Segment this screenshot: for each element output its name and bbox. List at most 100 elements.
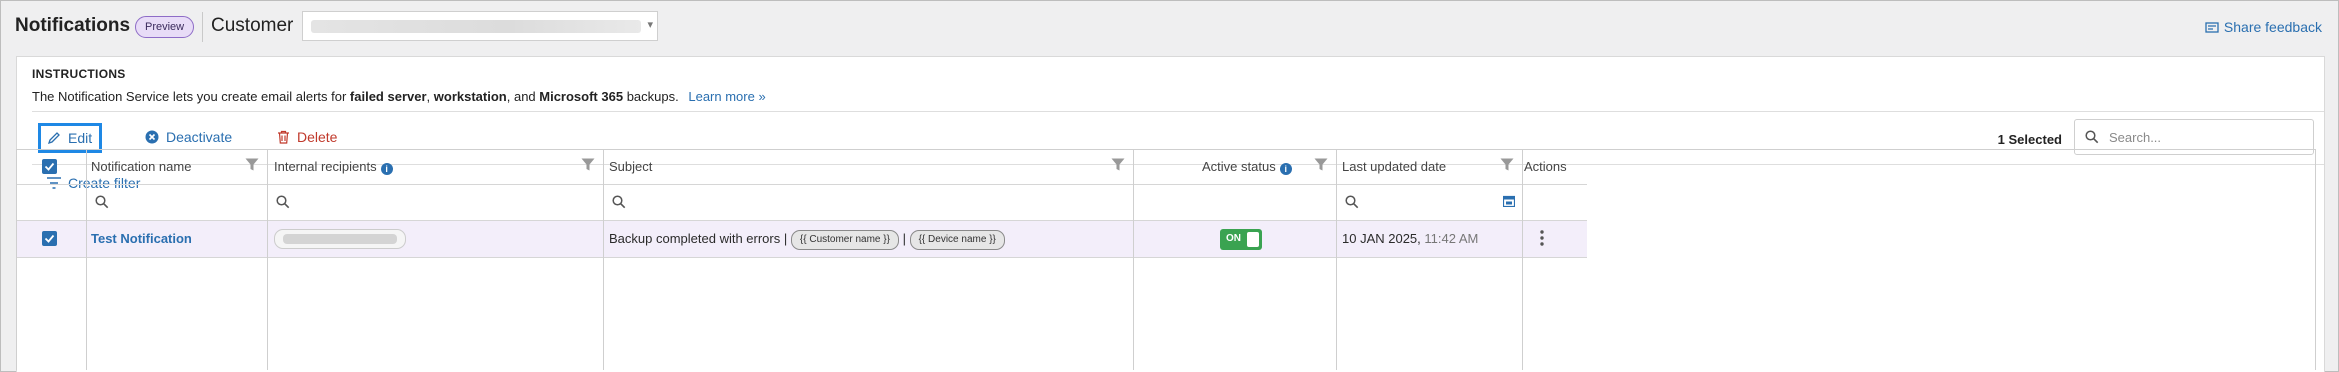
filter-cell[interactable] xyxy=(268,185,603,221)
selected-count: 1 Selected xyxy=(1997,132,2062,147)
active-column: Active status i ON xyxy=(1134,150,1337,370)
funnel-icon[interactable] xyxy=(581,158,595,171)
updated-column: Last updated date 10 JAN 2025, 11:42 AM xyxy=(1337,150,1523,370)
instr-bold: Microsoft 365 xyxy=(539,89,624,104)
info-icon[interactable]: i xyxy=(1279,163,1292,175)
pencil-icon xyxy=(47,132,60,145)
funnel-icon[interactable] xyxy=(245,158,259,171)
column-header-subject: Subject xyxy=(609,159,653,174)
table-row: Test Notification xyxy=(87,221,267,258)
info-icon[interactable]: i xyxy=(380,163,393,175)
select-column xyxy=(17,150,87,370)
table-row: Backup completed with errors | {{ Custom… xyxy=(604,221,1133,258)
search-icon xyxy=(1345,195,1359,209)
redacted-blur xyxy=(283,234,397,244)
share-feedback-label: Share feedback xyxy=(2223,19,2322,35)
calendar-icon[interactable] xyxy=(1503,195,1515,207)
column-header-updated: Last updated date xyxy=(1342,159,1447,174)
filter-cell[interactable] xyxy=(1337,185,1522,221)
select-all-checkbox[interactable] xyxy=(42,159,57,174)
feedback-icon xyxy=(2205,22,2219,33)
customer-select[interactable]: ▾ xyxy=(302,11,658,41)
instr-part: , xyxy=(426,89,434,104)
active-header-label: Active status xyxy=(1202,159,1276,174)
delete-button[interactable]: Delete xyxy=(277,129,337,145)
instr-part: The Notification Service lets you create… xyxy=(32,89,350,104)
notifications-table: Notification name Test Notification Inte… xyxy=(16,149,2316,370)
customer-label: Customer xyxy=(211,15,294,36)
instr-bold: workstation xyxy=(433,89,507,104)
page-title: Notifications xyxy=(15,15,131,36)
share-feedback-link[interactable]: Share feedback xyxy=(2205,19,2322,35)
name-column: Notification name Test Notification xyxy=(87,150,268,370)
header-cell: Internal recipients i xyxy=(268,150,603,185)
table-row: 10 JAN 2025, 11:42 AM xyxy=(1337,221,1522,258)
filter-cell[interactable] xyxy=(604,185,1133,221)
subject-separator: | xyxy=(783,231,788,246)
header-cell: Active status i xyxy=(1134,150,1336,185)
table-row xyxy=(17,221,86,258)
checkbox-checked-icon xyxy=(44,234,55,243)
divider xyxy=(202,12,203,42)
kebab-icon[interactable] xyxy=(1540,230,1544,246)
filter-cell[interactable] xyxy=(87,185,267,221)
updated-date: 10 JAN 2025, xyxy=(1342,231,1421,246)
learn-more-link[interactable]: Learn more » xyxy=(688,89,765,104)
deactivate-icon xyxy=(145,130,159,144)
search-icon xyxy=(95,195,109,209)
customer-value-redacted xyxy=(311,20,641,33)
instr-bold: failed server xyxy=(349,89,427,104)
recipients-header-label: Internal recipients xyxy=(274,159,377,174)
search-icon xyxy=(612,195,626,209)
instructions-heading: INSTRUCTIONS xyxy=(32,67,126,81)
active-status-toggle[interactable]: ON xyxy=(1220,229,1262,250)
funnel-icon[interactable] xyxy=(1314,158,1328,171)
table-row xyxy=(1523,221,1587,258)
trash-icon xyxy=(278,130,289,144)
device-name-tag: {{ Device name }} xyxy=(909,230,1005,250)
toggle-knob xyxy=(1247,232,1259,247)
edit-label: Edit xyxy=(68,130,93,146)
header-cell: Notification name xyxy=(87,150,267,185)
deactivate-label: Deactivate xyxy=(166,129,233,145)
subject-column: Subject Backup completed with errors | {… xyxy=(604,150,1134,370)
instr-part: backups. xyxy=(623,89,679,104)
recipient-chip-redacted xyxy=(274,229,406,249)
funnel-icon[interactable] xyxy=(1500,158,1514,171)
search-icon xyxy=(2085,130,2099,144)
header-cell: Last updated date xyxy=(1337,150,1522,185)
updated-cell: 10 JAN 2025, 11:42 AM xyxy=(1342,231,1478,246)
checkbox-checked-icon xyxy=(44,162,55,171)
actions-column: Actions xyxy=(1523,150,1587,370)
deactivate-button[interactable]: Deactivate xyxy=(145,129,232,145)
subject-cell: Backup completed with errors | {{ Custom… xyxy=(609,230,1005,250)
header-cell: Actions xyxy=(1523,150,1587,185)
search-placeholder: Search... xyxy=(2109,130,2162,145)
app-window: Notifications Preview Customer ▾ Share f… xyxy=(0,0,2339,372)
header-cell xyxy=(17,150,86,185)
top-bar: Notifications Preview Customer ▾ Share f… xyxy=(1,1,2338,54)
column-header-recipients: Internal recipients i xyxy=(274,159,393,175)
recipients-column: Internal recipients i xyxy=(268,150,604,370)
header-cell: Subject xyxy=(604,150,1133,185)
divider xyxy=(32,111,2324,112)
customer-name-tag: {{ Customer name }} xyxy=(790,230,899,250)
delete-label: Delete xyxy=(297,129,338,145)
funnel-icon[interactable] xyxy=(1111,158,1125,171)
filter-cell xyxy=(1523,185,1587,221)
preview-badge: Preview xyxy=(135,16,195,38)
notification-name-link[interactable]: Test Notification xyxy=(91,231,192,246)
column-header-actions: Actions xyxy=(1524,159,1567,174)
toggle-label: ON xyxy=(1226,233,1241,244)
chevron-down-icon: ▾ xyxy=(647,19,653,31)
table-row: ON xyxy=(1134,221,1336,258)
column-header-name: Notification name xyxy=(91,159,192,174)
updated-time: 11:42 AM xyxy=(1424,231,1479,246)
subject-separator: | xyxy=(902,231,906,246)
instr-part: , and xyxy=(506,89,540,104)
filter-cell xyxy=(1134,185,1336,221)
row-checkbox[interactable] xyxy=(42,231,57,246)
search-icon xyxy=(276,195,290,209)
filter-cell xyxy=(17,185,86,221)
instructions-text: The Notification Service lets you create… xyxy=(32,89,766,104)
